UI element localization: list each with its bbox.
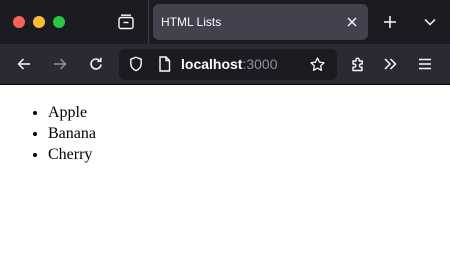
window-minimize-button[interactable] <box>33 16 45 28</box>
extensions-icon[interactable] <box>347 53 369 75</box>
reload-icon[interactable] <box>85 53 107 75</box>
forward-arrow-icon[interactable] <box>49 53 71 75</box>
tab-strip: HTML Lists <box>0 0 450 44</box>
shield-icon[interactable] <box>127 55 145 73</box>
tab-overview-icon[interactable] <box>114 10 138 34</box>
hamburger-menu-icon[interactable] <box>414 53 436 75</box>
list-item: Banana <box>48 123 96 144</box>
tab-title: HTML Lists <box>161 15 222 29</box>
overflow-menu-icon[interactable] <box>379 53 401 75</box>
navigation-toolbar: localhost:3000 <box>0 44 450 85</box>
back-arrow-icon[interactable] <box>13 53 35 75</box>
list-item: Cherry <box>48 144 96 165</box>
url-host: localhost <box>181 56 243 72</box>
new-tab-icon[interactable] <box>380 12 400 32</box>
star-icon[interactable] <box>308 55 326 73</box>
close-tab-icon[interactable] <box>344 14 360 30</box>
address-bar[interactable]: localhost:3000 <box>119 49 337 80</box>
chevron-down-icon[interactable] <box>420 12 440 32</box>
fruit-list: Apple Banana Cherry <box>48 102 96 165</box>
page-icon[interactable] <box>155 55 173 73</box>
url-port: :3000 <box>242 56 278 72</box>
window-maximize-button[interactable] <box>53 16 65 28</box>
url-text[interactable]: localhost:3000 <box>181 49 278 80</box>
page-content: Apple Banana Cherry <box>0 86 450 265</box>
tab-html-lists[interactable]: HTML Lists <box>153 4 368 40</box>
list-item: Apple <box>48 102 96 123</box>
tab-separator <box>148 0 149 44</box>
window-close-button[interactable] <box>13 16 25 28</box>
